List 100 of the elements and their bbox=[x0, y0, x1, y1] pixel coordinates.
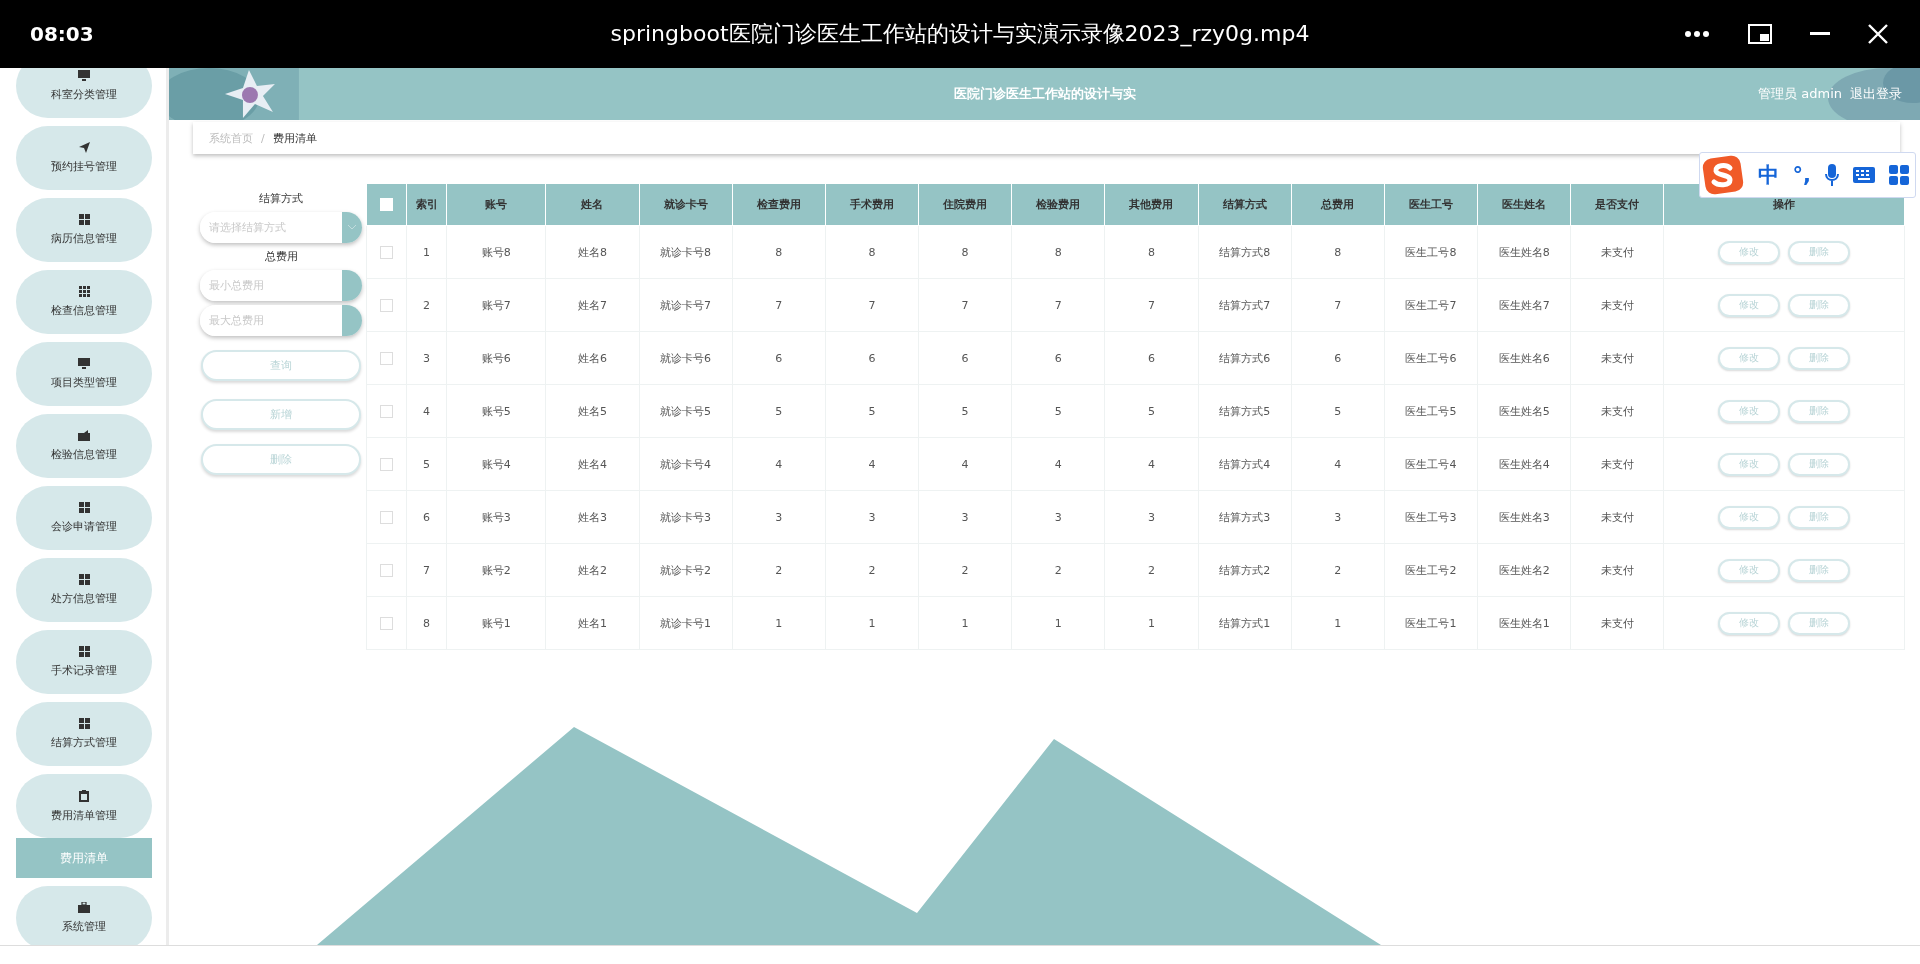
delete-button[interactable]: 删除 bbox=[1788, 611, 1851, 635]
table-cell: 5 bbox=[918, 384, 1012, 438]
select-all-checkbox[interactable] bbox=[380, 198, 394, 212]
grid-icon bbox=[78, 646, 90, 657]
table-cell: 6 bbox=[918, 331, 1012, 385]
table-cell: 结算方式6 bbox=[1198, 331, 1292, 385]
table-cell: 1 bbox=[406, 225, 447, 279]
sidebar-item[interactable]: 检验信息管理 bbox=[16, 414, 152, 478]
sidebar-item[interactable]: 结算方式管理 bbox=[16, 702, 152, 766]
logout-link[interactable]: 退出登录 bbox=[1850, 85, 1902, 103]
table-cell: 姓名4 bbox=[545, 437, 639, 491]
edit-button[interactable]: 修改 bbox=[1718, 452, 1781, 476]
microphone-icon[interactable] bbox=[1825, 164, 1839, 186]
sidebar-item[interactable]: 处方信息管理 bbox=[16, 558, 152, 622]
row-checkbox[interactable] bbox=[380, 298, 394, 312]
table-cell: 未支付 bbox=[1570, 437, 1664, 491]
table-cell: 就诊卡号2 bbox=[639, 543, 733, 597]
paper-plane-icon bbox=[78, 142, 90, 153]
edit-button[interactable]: 修改 bbox=[1718, 240, 1781, 264]
table-cell: 就诊卡号5 bbox=[639, 384, 733, 438]
sidebar-item[interactable]: 会诊申请管理 bbox=[16, 486, 152, 550]
sidebar-item[interactable]: 项目类型管理 bbox=[16, 342, 152, 406]
minimize-icon[interactable] bbox=[1810, 32, 1830, 36]
table-cell: 就诊卡号7 bbox=[639, 278, 733, 332]
table-cell: 账号3 bbox=[446, 490, 546, 544]
table-cell: 医生工号5 bbox=[1384, 384, 1478, 438]
delete-button[interactable]: 删除 bbox=[1788, 293, 1851, 317]
edit-button[interactable]: 修改 bbox=[1718, 293, 1781, 317]
column-header: 医生工号 bbox=[1384, 183, 1478, 226]
delete-button[interactable]: 删除 bbox=[201, 444, 361, 475]
table-cell: 账号6 bbox=[446, 331, 546, 385]
row-checkbox[interactable] bbox=[380, 563, 394, 577]
edit-button[interactable]: 修改 bbox=[1718, 558, 1781, 582]
sidebar-item[interactable]: 费用清单管理 bbox=[16, 774, 152, 838]
column-header: 检验费用 bbox=[1011, 183, 1105, 226]
table-cell: 7 bbox=[406, 543, 447, 597]
table-cell: 姓名3 bbox=[545, 490, 639, 544]
grid-icon bbox=[78, 574, 90, 585]
briefcase-icon bbox=[78, 902, 90, 913]
table-cell: 未支付 bbox=[1570, 225, 1664, 279]
table-cell: 5 bbox=[825, 384, 919, 438]
close-icon[interactable] bbox=[1868, 24, 1888, 44]
table-cell: 6 bbox=[406, 490, 447, 544]
column-header: 住院费用 bbox=[918, 183, 1012, 226]
row-checkbox[interactable] bbox=[380, 404, 394, 418]
table-cell: 未支付 bbox=[1570, 596, 1664, 650]
sidebar-subitem[interactable]: 费用清单 bbox=[16, 838, 152, 878]
table-cell: 8 bbox=[1291, 225, 1385, 279]
table-cell: 6 bbox=[1104, 331, 1199, 385]
table-cell: 姓名8 bbox=[545, 225, 639, 279]
table-cell: 2 bbox=[406, 278, 447, 332]
edit-button[interactable]: 修改 bbox=[1718, 346, 1781, 370]
table-cell: 3 bbox=[918, 490, 1012, 544]
delete-button[interactable]: 删除 bbox=[1788, 240, 1851, 264]
sidebar-item[interactable]: 预约挂号管理 bbox=[16, 126, 152, 190]
delete-button[interactable]: 删除 bbox=[1788, 399, 1851, 423]
table-cell: 4 bbox=[1104, 437, 1199, 491]
column-header: 手术费用 bbox=[825, 183, 919, 226]
table-cell: 4 bbox=[1011, 437, 1105, 491]
delete-button[interactable]: 删除 bbox=[1788, 452, 1851, 476]
table-cell: 未支付 bbox=[1570, 543, 1664, 597]
edit-button[interactable]: 修改 bbox=[1718, 611, 1781, 635]
delete-button[interactable]: 删除 bbox=[1788, 346, 1851, 370]
video-title: springboot医院门诊医生工作站的设计与实演示录像2023_rzy0g.mp4 bbox=[610, 20, 1310, 49]
table-cell: 4 bbox=[918, 437, 1012, 491]
row-checkbox[interactable] bbox=[380, 510, 394, 524]
row-checkbox[interactable] bbox=[380, 351, 394, 365]
table-cell: 账号2 bbox=[446, 543, 546, 597]
table-cell: 就诊卡号4 bbox=[639, 437, 733, 491]
table-cell: 姓名2 bbox=[545, 543, 639, 597]
row-checkbox[interactable] bbox=[380, 457, 394, 471]
picture-in-picture-icon[interactable] bbox=[1748, 24, 1772, 44]
breadcrumb-item[interactable]: 系统首页 bbox=[209, 130, 253, 146]
table-cell: 6 bbox=[1291, 331, 1385, 385]
search-button[interactable]: 查询 bbox=[201, 350, 361, 381]
edit-button[interactable]: 修改 bbox=[1718, 399, 1781, 423]
sogou-logo-icon[interactable] bbox=[1701, 155, 1744, 195]
table-cell: 7 bbox=[918, 278, 1012, 332]
add-button[interactable]: 新增 bbox=[201, 399, 361, 430]
sidebar-item[interactable]: 检查信息管理 bbox=[16, 270, 152, 334]
more-icon[interactable] bbox=[1684, 30, 1710, 38]
table-cell: 结算方式2 bbox=[1198, 543, 1292, 597]
row-checkbox[interactable] bbox=[380, 245, 394, 259]
row-checkbox[interactable] bbox=[380, 616, 394, 630]
sidebar-item[interactable]: 手术记录管理 bbox=[16, 630, 152, 694]
sidebar-item[interactable]: 系统管理 bbox=[16, 886, 152, 945]
table-cell: 结算方式5 bbox=[1198, 384, 1292, 438]
table-cell: 1 bbox=[1104, 596, 1199, 650]
grid-icon[interactable] bbox=[1889, 165, 1909, 185]
table-cell: 未支付 bbox=[1570, 278, 1664, 332]
delete-button[interactable]: 删除 bbox=[1788, 558, 1851, 582]
sidebar-item[interactable]: 病历信息管理 bbox=[16, 198, 152, 262]
table-cell: 医生姓名2 bbox=[1477, 543, 1571, 597]
table-cell: 1 bbox=[732, 596, 826, 650]
delete-button[interactable]: 删除 bbox=[1788, 505, 1851, 529]
keyboard-icon[interactable] bbox=[1853, 167, 1875, 183]
sidebar-item[interactable]: 科室分类管理 bbox=[16, 68, 152, 118]
table-cell: 就诊卡号6 bbox=[639, 331, 733, 385]
edit-button[interactable]: 修改 bbox=[1718, 505, 1781, 529]
table-cell: 3 bbox=[1104, 490, 1199, 544]
